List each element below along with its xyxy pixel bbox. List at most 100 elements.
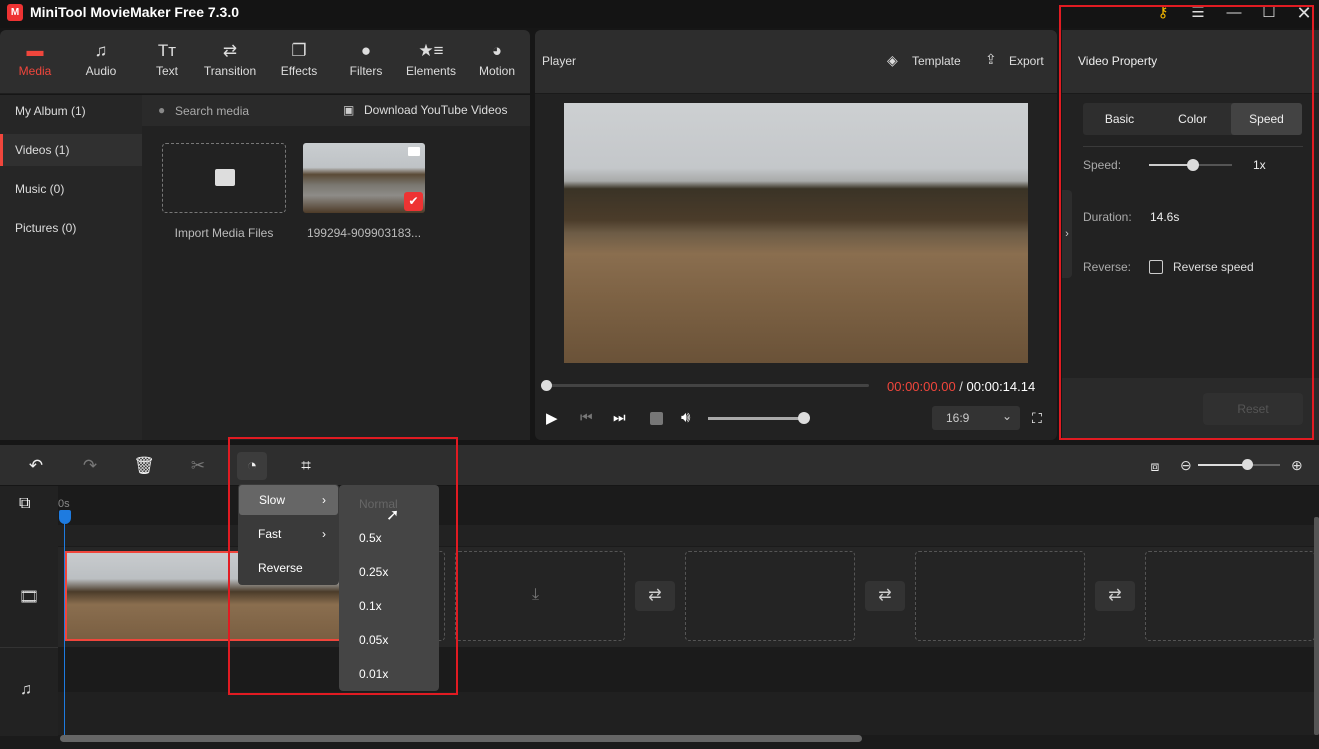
tab-text[interactable]: Tт Text <box>134 40 200 78</box>
chevron-down-icon: ⌄ <box>1001 409 1012 423</box>
zoom-in-icon[interactable]: ⊕ <box>1291 457 1303 474</box>
redo-icon[interactable]: ↷ <box>75 452 105 480</box>
add-track-icon[interactable]: ⧉ <box>19 495 30 513</box>
empty-clip-slot[interactable] <box>1145 551 1315 641</box>
export-button[interactable]: Export <box>1009 54 1044 68</box>
previous-frame-button[interactable]: ⏮ <box>580 409 593 426</box>
filters-icon: ● <box>360 41 372 60</box>
tab-media[interactable]: ▬ Media <box>2 40 68 78</box>
menu-item-fast[interactable]: Fast › <box>238 519 338 549</box>
menu-item-slow[interactable]: Slow › <box>239 485 338 515</box>
reverse-label: Reverse: <box>1083 260 1132 274</box>
download-youtube-button[interactable]: Download YouTube Videos <box>364 103 507 117</box>
duration-label: Duration: <box>1083 210 1132 224</box>
music-icon: ♫ <box>94 41 108 60</box>
tab-filters[interactable]: ● Filters <box>333 40 399 78</box>
elements-icon: ★≡ <box>418 41 444 60</box>
sidebar-item-my-album[interactable]: My Album (1) <box>0 95 142 127</box>
transition-slot-button[interactable]: ⇄ <box>635 581 675 611</box>
tab-transition[interactable]: ⇄ Transition <box>197 40 263 78</box>
search-input[interactable]: Search media <box>175 104 249 118</box>
menu-item-0-5x[interactable]: 0.5x <box>339 523 439 553</box>
transition-slot-button[interactable]: ⇄ <box>865 581 905 611</box>
horizontal-scrollbar[interactable] <box>60 735 862 742</box>
split-scissors-icon[interactable]: ✂ <box>183 452 213 480</box>
reverse-speed-checkbox[interactable] <box>1149 260 1163 274</box>
tab-speed[interactable]: Speed <box>1231 103 1302 135</box>
menu-icon[interactable]: ☰ <box>1186 2 1210 24</box>
aspect-ratio-select[interactable]: 16:9 ⌄ <box>932 406 1020 430</box>
text-icon: Tт <box>157 41 177 60</box>
menu-item-0-05x[interactable]: 0.05x <box>339 625 439 655</box>
minimize-icon[interactable]: — <box>1222 2 1246 24</box>
template-button[interactable]: Template <box>912 54 961 68</box>
empty-clip-slot[interactable] <box>915 551 1085 641</box>
search-icon: ● <box>158 103 166 117</box>
playhead-handle[interactable] <box>59 510 71 524</box>
zoom-out-icon[interactable]: ⊖ <box>1180 457 1192 474</box>
menu-item-0-25x[interactable]: 0.25x <box>339 557 439 587</box>
empty-clip-slot[interactable] <box>685 551 855 641</box>
effects-icon: ❐ <box>291 41 307 60</box>
selected-check-icon: ✔ <box>404 192 423 211</box>
speed-slider-handle[interactable] <box>1187 159 1199 171</box>
collapse-panel-chevron-icon[interactable]: › <box>1062 190 1072 278</box>
tab-basic[interactable]: Basic <box>1083 103 1156 135</box>
time-display: 00:00:00.00 / 00:00:14.14 <box>887 379 1036 394</box>
crop-icon[interactable]: ⌗ <box>291 452 321 480</box>
video-preview <box>564 103 1028 363</box>
next-frame-button[interactable]: ⏭ <box>613 409 626 426</box>
playback-progress-track[interactable] <box>546 384 869 387</box>
maximize-icon[interactable]: ☐ <box>1257 2 1281 24</box>
speed-menu: Slow › Fast › Reverse <box>238 484 339 585</box>
volume-icon[interactable]: 🔊︎ <box>681 409 690 426</box>
sidebar-item-music[interactable]: Music (0) <box>0 173 142 205</box>
video-camera-icon <box>408 147 420 156</box>
tab-effects[interactable]: ❐ Effects <box>266 40 332 78</box>
media-video-thumbnail[interactable]: ✔ <box>303 143 425 213</box>
app-title: MiniTool MovieMaker Free 7.3.0 <box>30 4 240 20</box>
app-logo: M <box>7 4 23 21</box>
delete-icon[interactable]: 🗑︎ <box>129 452 159 480</box>
volume-slider-track[interactable] <box>708 417 804 420</box>
speed-label: Speed: <box>1083 158 1122 172</box>
motion-icon: ◕ <box>491 41 503 60</box>
folder-icon: ▬ <box>26 41 44 60</box>
duration-value: 14.6s <box>1150 210 1180 224</box>
menu-item-0-01x[interactable]: 0.01x <box>339 659 439 689</box>
playhead-line <box>64 512 65 735</box>
tab-audio[interactable]: ♫ Audio <box>68 40 134 78</box>
tab-color[interactable]: Color <box>1156 103 1229 135</box>
tab-elements[interactable]: ★≡ Elements <box>398 40 464 78</box>
reverse-speed-label[interactable]: Reverse speed <box>1173 260 1254 274</box>
speed-gauge-icon[interactable]: ◔ <box>237 452 267 480</box>
menu-item-0-1x[interactable]: 0.1x <box>339 591 439 621</box>
import-media-button[interactable] <box>162 143 286 213</box>
empty-clip-slot[interactable]: ⤓ <box>455 551 625 641</box>
audio-track-area <box>58 692 1319 735</box>
transition-slot-button[interactable]: ⇄ <box>1095 581 1135 611</box>
sidebar-item-pictures[interactable]: Pictures (0) <box>0 212 142 244</box>
sidebar-item-videos[interactable]: Videos (1) <box>0 134 142 166</box>
folder-icon <box>215 169 235 186</box>
fit-timeline-icon[interactable]: ⧈ <box>1140 452 1170 480</box>
property-title: Video Property <box>1078 54 1158 68</box>
vertical-scrollbar[interactable] <box>1314 517 1319 735</box>
timeline-zoom-track[interactable] <box>1198 464 1280 466</box>
media-sidebar: My Album (1) Videos (1) Music (0) Pictur… <box>0 95 142 440</box>
layers-icon: ◈ <box>887 52 898 68</box>
menu-item-reverse[interactable]: Reverse <box>238 553 338 583</box>
close-icon[interactable]: ✕ <box>1292 2 1316 24</box>
ruler-start-label: 0s <box>58 498 70 510</box>
volume-slider-handle[interactable] <box>798 412 810 424</box>
key-icon[interactable]: ⚷ <box>1151 2 1175 24</box>
speed-value: 1x <box>1253 158 1266 172</box>
music-note-icon: ♫ <box>20 681 32 698</box>
stop-button[interactable] <box>650 412 663 425</box>
reset-button[interactable]: Reset <box>1203 393 1303 425</box>
play-button[interactable]: ▶ <box>546 409 558 427</box>
fullscreen-icon[interactable]: ⛶ <box>1032 410 1042 427</box>
tab-motion[interactable]: ◕ Motion <box>464 40 530 78</box>
undo-icon[interactable]: ↶ <box>21 452 51 480</box>
playback-progress-handle[interactable] <box>541 380 552 391</box>
